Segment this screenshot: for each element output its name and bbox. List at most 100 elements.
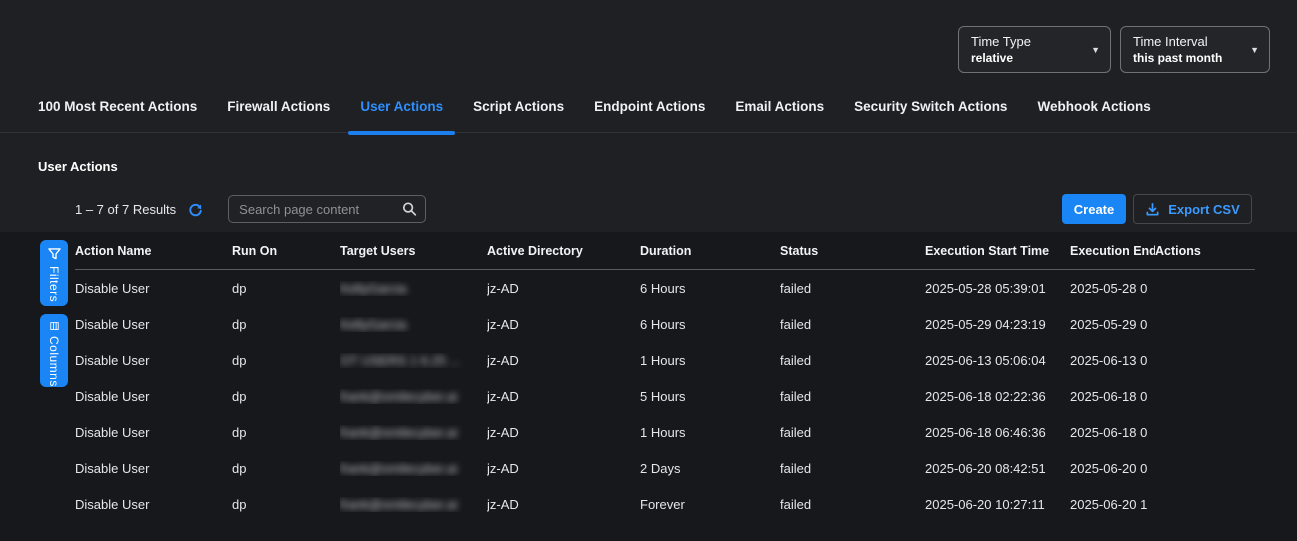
- tab-100-most-recent-actions[interactable]: 100 Most Recent Actions: [23, 92, 212, 133]
- cell-status: failed: [780, 389, 925, 404]
- redacted-value: frank@smilecyber.ai: [340, 425, 457, 440]
- cell-run_on: dp: [232, 281, 340, 296]
- cell-value: dp: [232, 317, 246, 332]
- time-interval-dropdown[interactable]: Time Interval this past month ▼: [1120, 26, 1270, 73]
- download-icon: [1145, 202, 1160, 217]
- cell-action_name: Disable User: [75, 389, 232, 404]
- tab-user-actions[interactable]: User Actions: [345, 92, 458, 133]
- cell-target_users: frank@smilecyber.ai: [340, 497, 487, 512]
- table-row: Disable Userdpfrank@smilecyber.aijz-ADFo…: [75, 486, 1255, 522]
- cell-target_users: KellyGarcia: [340, 317, 487, 332]
- cell-execution_end_time: 2025-05-28 0: [1070, 281, 1155, 296]
- cell-value: dp: [232, 461, 246, 476]
- time-controls: Time Type relative ▼ Time Interval this …: [958, 26, 1270, 73]
- redacted-value: frank@smilecyber.ai: [340, 389, 457, 404]
- redacted-value: KellyGarcia: [340, 281, 406, 296]
- redacted-value: frank@smilecyber.ai: [340, 497, 457, 512]
- cell-action_name: Disable User: [75, 425, 232, 440]
- cell-value: jz-AD: [487, 461, 519, 476]
- export-csv-button[interactable]: Export CSV: [1133, 194, 1252, 224]
- cell-execution_end_time: 2025-06-18 0: [1070, 389, 1155, 404]
- column-header-execution_end_time: Execution End Time: [1070, 244, 1155, 258]
- cell-status: failed: [780, 425, 925, 440]
- table-row: Disable User dpKellyGarcia jz-AD 6 Hoursfai…: [75, 270, 1255, 306]
- cell-execution_end_time: 2025-06-20 0: [1070, 461, 1155, 476]
- column-header-action_name: Action Name: [75, 244, 232, 258]
- page-title: User Actions: [38, 159, 118, 174]
- table-row: Disable Userdpfrank@smilecyber.aijz-AD5 …: [75, 378, 1255, 414]
- cell-value: Forever: [640, 497, 685, 512]
- column-header-status: Status: [780, 244, 925, 258]
- cell-execution_end_time: 2025-06-18 0: [1070, 425, 1155, 440]
- cell-value: 2 Days: [640, 461, 680, 476]
- cell-value: jz-AD: [487, 281, 519, 296]
- cell-run_on: dp: [232, 425, 340, 440]
- cell-value: failed: [780, 353, 811, 368]
- tab-security-switch-actions[interactable]: Security Switch Actions: [839, 92, 1022, 133]
- tab-webhook-actions[interactable]: Webhook Actions: [1022, 92, 1165, 133]
- cell-duration: 5 Hours: [640, 389, 780, 404]
- time-type-dropdown[interactable]: Time Type relative ▼: [958, 26, 1111, 73]
- cell-value: dp: [232, 353, 246, 368]
- cell-status: failed: [780, 497, 925, 512]
- cell-value: Disable User: [75, 281, 149, 296]
- cell-active_directory: jz-AD: [487, 497, 640, 512]
- cell-value: Disable User: [75, 497, 149, 512]
- cell-execution_start_time: 2025-05-28 05:39:01: [925, 281, 1070, 296]
- cell-action_name: Disable User: [75, 461, 232, 476]
- tab-firewall-actions[interactable]: Firewall Actions: [212, 92, 345, 133]
- column-header-run_on: Run On: [232, 244, 340, 258]
- cell-duration: 6 Hours: [640, 281, 780, 296]
- cell-execution_start_time: 2025-06-13 05:06:04: [925, 353, 1070, 368]
- cell-duration: 6 Hours: [640, 317, 780, 332]
- table-header-row: Action NameRun OnTarget UsersActive Dire…: [75, 232, 1255, 270]
- cell-duration: 1 Hours: [640, 353, 780, 368]
- cell-value: failed: [780, 317, 811, 332]
- cell-action_name: Disable User: [75, 281, 232, 296]
- cell-value: 6 Hours: [640, 317, 686, 332]
- cell-value: 1 Hours: [640, 353, 686, 368]
- cell-execution_start_time: 2025-06-20 08:42:51: [925, 461, 1070, 476]
- actions-tabbar: 100 Most Recent ActionsFirewall ActionsU…: [0, 92, 1297, 133]
- chevron-down-icon: ▼: [1091, 45, 1100, 55]
- filters-button[interactable]: Filters: [40, 240, 68, 306]
- tab-script-actions[interactable]: Script Actions: [458, 92, 579, 133]
- tab-endpoint-actions[interactable]: Endpoint Actions: [579, 92, 720, 133]
- refresh-icon: [188, 202, 203, 217]
- cell-value: 2025-06-13 05:06:04: [925, 353, 1046, 368]
- cell-execution_start_time: 2025-06-18 06:46:36: [925, 425, 1070, 440]
- refresh-button[interactable]: [186, 200, 204, 218]
- cell-active_directory: jz-AD: [487, 353, 640, 368]
- cell-run_on: dp: [232, 461, 340, 476]
- cell-value: 2025-06-20 0: [1070, 461, 1147, 476]
- cell-value: jz-AD: [487, 425, 519, 440]
- time-type-value: relative: [971, 51, 1084, 66]
- tab-email-actions[interactable]: Email Actions: [720, 92, 839, 133]
- cell-value: 2025-05-29 0: [1070, 317, 1147, 332]
- column-header-active_directory: Active Directory: [487, 244, 640, 258]
- cell-status: failed: [780, 353, 925, 368]
- cell-active_directory: jz-AD: [487, 317, 640, 332]
- export-csv-label: Export CSV: [1168, 202, 1240, 217]
- cell-duration: 2 Days: [640, 461, 780, 476]
- table-row: Disable UserdpKellyGarciajz-AD6 Hoursfai…: [75, 306, 1255, 342]
- columns-button[interactable]: Columns: [40, 314, 68, 387]
- cell-execution_start_time: 2025-05-29 04:23:19: [925, 317, 1070, 332]
- cell-value: 2025-06-18 0: [1070, 425, 1147, 440]
- search-input[interactable]: [229, 196, 425, 222]
- cell-value: 2025-06-13 0: [1070, 353, 1147, 368]
- redacted-value: OT USERS 1 6.25 ...: [340, 353, 460, 368]
- cell-value: 2025-05-28 05:39:01: [925, 281, 1046, 296]
- search-icon: [402, 202, 417, 217]
- column-header-duration: Duration: [640, 244, 780, 258]
- cell-value: dp: [232, 425, 246, 440]
- cell-duration: Forever: [640, 497, 780, 512]
- filters-label: Filters: [47, 266, 61, 302]
- cell-status: failed: [780, 281, 925, 296]
- cell-target_users: KellyGarcia: [340, 281, 487, 296]
- create-button[interactable]: Create: [1062, 194, 1126, 224]
- cell-status: failed: [780, 461, 925, 476]
- redacted-value: frank@smilecyber.ai: [340, 461, 457, 476]
- cell-value: jz-AD: [487, 317, 519, 332]
- cell-action_name: Disable User: [75, 497, 232, 512]
